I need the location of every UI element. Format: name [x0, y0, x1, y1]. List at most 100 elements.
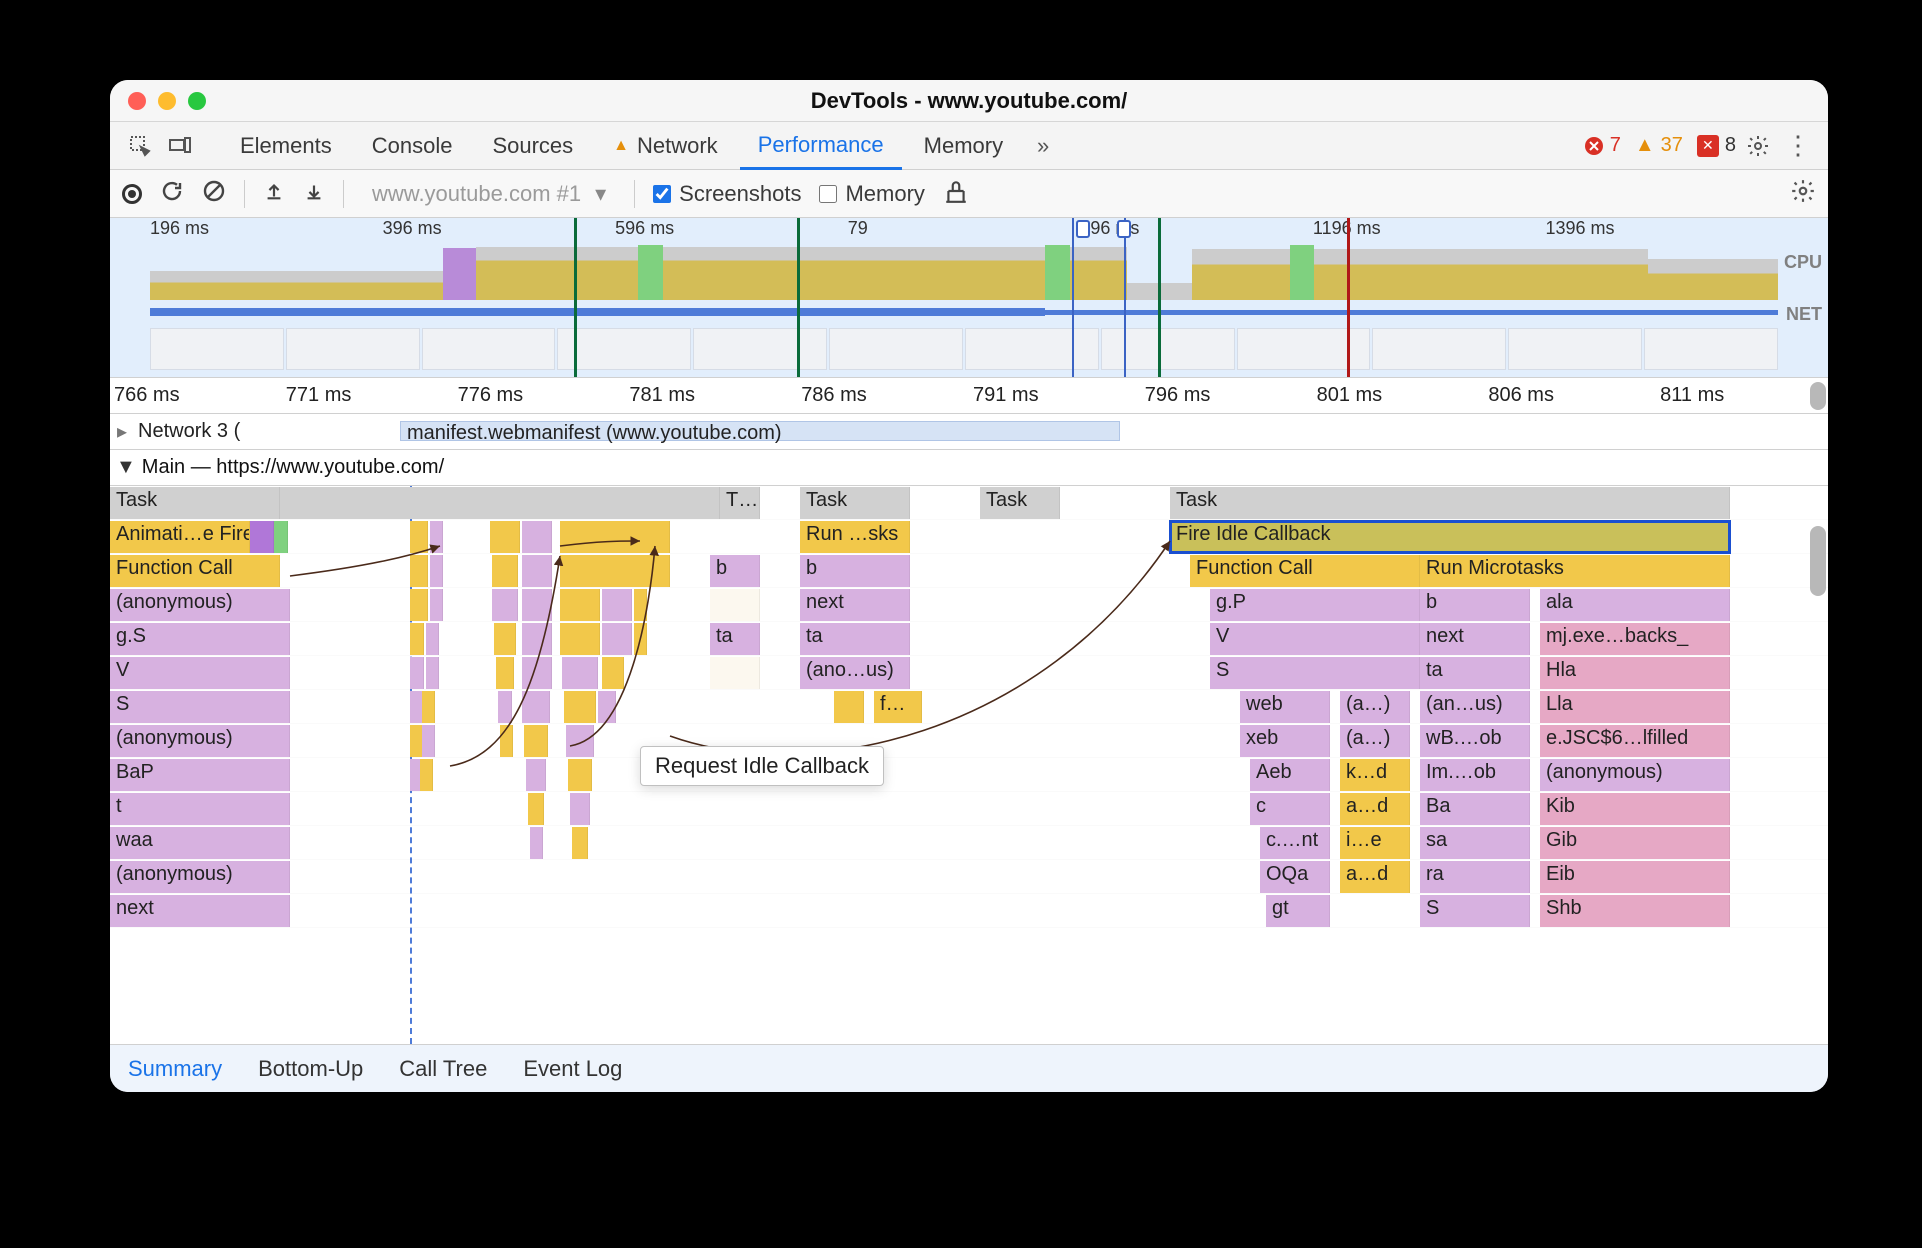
flame-cell[interactable]: Run …sks — [800, 521, 910, 553]
flame-cell[interactable] — [560, 555, 670, 587]
flame-cell[interactable]: Shb — [1540, 895, 1730, 927]
flame-cell[interactable] — [498, 691, 512, 723]
flame-cell[interactable] — [530, 827, 543, 859]
flame-cell[interactable] — [496, 657, 514, 689]
detail-ruler[interactable]: 766 ms771 ms776 ms 781 ms786 ms791 ms 79… — [110, 378, 1828, 414]
reload-icon[interactable] — [160, 179, 184, 209]
flame-cell[interactable] — [602, 589, 632, 621]
flame-cell[interactable]: Animati…e Fired — [110, 521, 250, 553]
tab-performance[interactable]: Performance — [740, 123, 902, 170]
network-bar[interactable]: manifest.webmanifest (www.youtube.com) — [400, 421, 1120, 441]
flame-cell[interactable]: gt — [1266, 895, 1330, 927]
flame-cell[interactable]: Hla — [1540, 657, 1730, 689]
flame-cell[interactable] — [410, 521, 428, 553]
inspect-icon[interactable] — [122, 128, 158, 164]
flame-cell[interactable] — [564, 691, 596, 723]
flame-cell[interactable]: sa — [1420, 827, 1530, 859]
flame-cell[interactable]: Lla — [1540, 691, 1730, 723]
flame-cell[interactable] — [524, 725, 548, 757]
flame-cell[interactable]: waa — [110, 827, 290, 859]
flame-cell[interactable]: Task — [980, 487, 1060, 519]
flame-cell[interactable] — [410, 589, 428, 621]
flame-cell[interactable]: ala — [1540, 589, 1730, 621]
flame-cell[interactable]: ta — [1420, 657, 1530, 689]
flame-cell[interactable]: wB.…ob — [1420, 725, 1530, 757]
tab-sources[interactable]: Sources — [474, 122, 591, 169]
flame-cell[interactable]: ra — [1420, 861, 1530, 893]
scrollbar-thumb[interactable] — [1810, 382, 1826, 410]
tab-bottom-up[interactable]: Bottom-Up — [258, 1056, 363, 1082]
flame-cell[interactable] — [566, 725, 594, 757]
flame-cell[interactable] — [250, 521, 274, 553]
handle-grip-icon[interactable] — [1117, 220, 1131, 238]
flame-cell[interactable] — [500, 725, 513, 757]
flame-cell[interactable]: e.JSC$6…lfilled — [1540, 725, 1730, 757]
flame-cell[interactable]: i…e — [1340, 827, 1410, 859]
flame-cell[interactable]: (ano…us) — [800, 657, 910, 689]
flame-cell[interactable] — [430, 589, 443, 621]
flame-cell[interactable]: c — [1250, 793, 1330, 825]
flame-cell[interactable] — [560, 623, 600, 655]
flame-cell[interactable]: next — [800, 589, 910, 621]
flame-cell[interactable] — [420, 759, 433, 791]
flame-cell[interactable]: Im.…ob — [1420, 759, 1530, 791]
flame-cell[interactable]: g.P — [1210, 589, 1420, 621]
flame-cell[interactable]: a…d — [1340, 793, 1410, 825]
flame-cell[interactable] — [710, 657, 760, 689]
download-icon[interactable] — [303, 180, 325, 208]
issue-count[interactable]: ✕8 — [1697, 134, 1736, 157]
flame-cell[interactable]: S — [1420, 895, 1530, 927]
recording-select[interactable]: www.youtube.com #1▾ — [362, 179, 616, 209]
flame-cell[interactable]: c.…nt — [1260, 827, 1330, 859]
tab-event-log[interactable]: Event Log — [523, 1056, 622, 1082]
flame-cell[interactable] — [274, 521, 288, 553]
record-button[interactable] — [122, 184, 142, 204]
flame-cell[interactable]: next — [110, 895, 290, 927]
flame-cell[interactable]: T… — [720, 487, 760, 519]
flame-cell[interactable]: Ba — [1420, 793, 1530, 825]
timeline-overview[interactable]: 196 ms396 ms 596 ms79 996 ms1196 ms 1396… — [110, 218, 1828, 378]
flame-cell[interactable] — [602, 623, 632, 655]
flame-cell[interactable] — [560, 589, 600, 621]
flame-cell[interactable]: f… — [874, 691, 922, 723]
flame-cell[interactable]: Task — [110, 487, 280, 519]
flame-cell[interactable]: V — [110, 657, 290, 689]
expand-icon[interactable]: ▸ — [110, 419, 134, 444]
flame-cell[interactable]: t — [110, 793, 290, 825]
flame-cell[interactable]: (a…) — [1340, 691, 1410, 723]
flame-cell[interactable] — [422, 725, 435, 757]
upload-icon[interactable] — [263, 180, 285, 208]
memory-checkbox[interactable]: Memory — [819, 181, 924, 207]
screenshots-checkbox[interactable]: Screenshots — [653, 181, 801, 207]
flame-cell[interactable] — [522, 623, 552, 655]
flame-cell[interactable]: Run Microtasks — [1420, 555, 1730, 587]
flame-cell[interactable] — [598, 691, 616, 723]
device-icon[interactable] — [162, 128, 198, 164]
tab-elements[interactable]: Elements — [222, 122, 350, 169]
flame-cell[interactable]: S — [1210, 657, 1420, 689]
flame-cell[interactable] — [570, 793, 590, 825]
flame-cell[interactable]: Eib — [1540, 861, 1730, 893]
flame-cell[interactable]: Aeb — [1250, 759, 1330, 791]
flame-cell[interactable]: (anonymous) — [110, 725, 290, 757]
flame-cell[interactable]: xeb — [1240, 725, 1330, 757]
flame-cell[interactable]: Kib — [1540, 793, 1730, 825]
error-count[interactable]: 7 — [1584, 134, 1621, 157]
warning-count[interactable]: ▲ 37 — [1635, 134, 1683, 157]
flame-cell[interactable]: V — [1210, 623, 1420, 655]
kebab-icon[interactable]: ⋮ — [1780, 128, 1816, 164]
flame-cell[interactable]: b — [1420, 589, 1530, 621]
flame-cell[interactable]: a…d — [1340, 861, 1410, 893]
flame-cell[interactable]: mj.exe…backs_ — [1540, 623, 1730, 655]
flame-cell[interactable]: ta — [710, 623, 760, 655]
flame-cell[interactable]: g.S — [110, 623, 290, 655]
flame-cell[interactable] — [430, 521, 443, 553]
flame-cell[interactable] — [494, 623, 516, 655]
flame-cell[interactable]: web — [1240, 691, 1330, 723]
network-track[interactable]: ▸ Network 3 ( manifest.webmanifest (www.… — [110, 414, 1828, 450]
tab-network[interactable]: Network — [595, 122, 736, 169]
more-tabs-icon[interactable]: » — [1025, 128, 1061, 164]
flame-cell[interactable] — [410, 555, 428, 587]
flame-cell[interactable]: ta — [800, 623, 910, 655]
tab-memory[interactable]: Memory — [906, 122, 1021, 169]
